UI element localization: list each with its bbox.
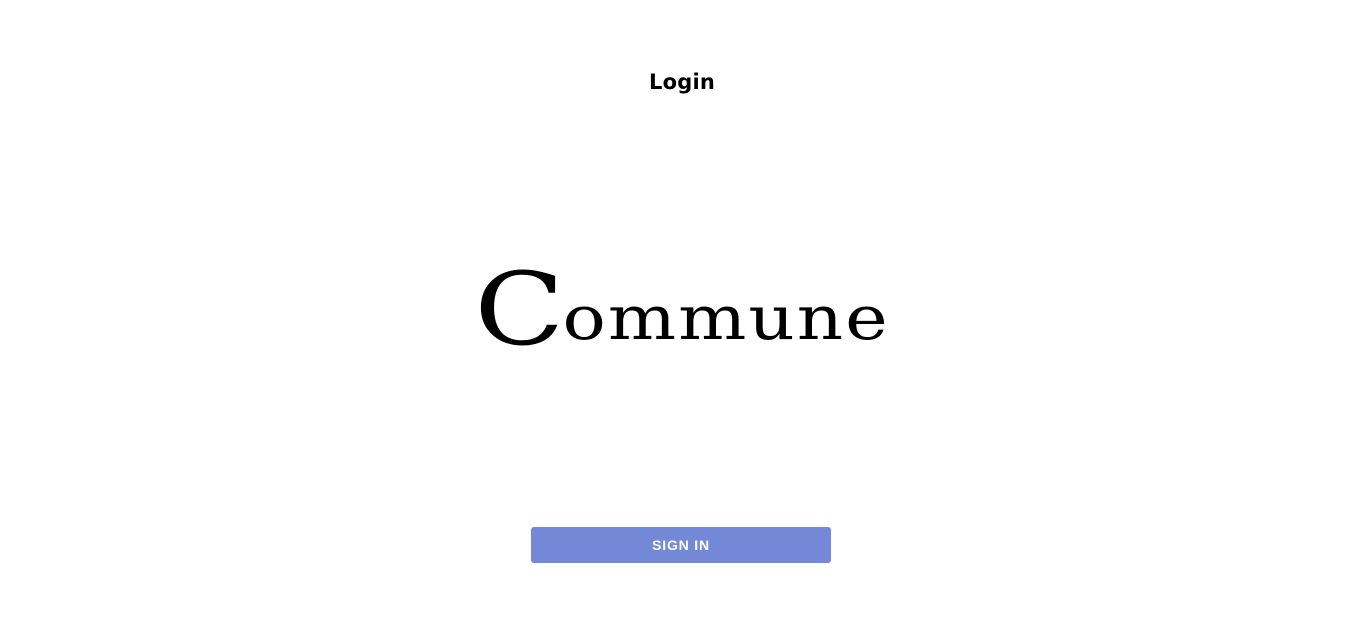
sign-in-button[interactable]: SIGN IN — [531, 527, 831, 563]
logo-rest: ommune — [562, 281, 890, 354]
page-title: Login — [649, 70, 715, 94]
logo-wordmark: Commune — [474, 250, 890, 367]
logo-initial: C — [474, 250, 567, 368]
commune-logo: Commune — [0, 240, 1364, 370]
login-page: Login Commune SIGN IN — [0, 0, 1364, 627]
